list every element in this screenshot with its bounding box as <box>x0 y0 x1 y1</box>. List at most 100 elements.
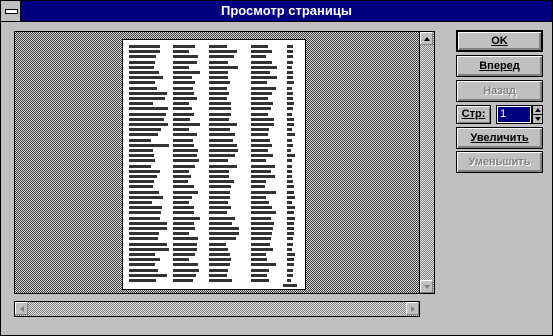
page-text-cell <box>129 216 160 220</box>
page-text-cell <box>173 112 194 116</box>
print-preview-dialog: Просмотр страницы OK Вперед Назад Стр: 1 <box>0 0 553 336</box>
page-text-cell <box>251 60 272 64</box>
page-text-cell <box>287 206 295 210</box>
zoom-in-button[interactable]: Увеличить <box>456 127 543 149</box>
page-text-cell <box>129 180 154 184</box>
zoom-out-button[interactable]: Уменьшить <box>456 151 543 173</box>
page-text-cell <box>173 258 189 262</box>
page-text-cell <box>251 45 268 48</box>
page-text-cell <box>287 195 295 199</box>
page-text-cell <box>209 128 230 132</box>
page-label-button[interactable]: Стр: <box>456 105 491 124</box>
page-text-cell <box>209 273 227 277</box>
title-bar: Просмотр страницы <box>1 1 552 22</box>
page-text-cell <box>287 55 293 59</box>
page-text-cell <box>129 159 155 163</box>
page-text-cell <box>129 107 168 111</box>
page-text-cell <box>209 123 237 126</box>
arrow-down-icon <box>423 284 430 289</box>
page-text-cell <box>209 81 230 85</box>
page-text-cell <box>173 128 189 132</box>
scroll-left-button[interactable] <box>15 302 28 315</box>
page-text-cell <box>173 149 198 152</box>
page-text-cell <box>209 247 228 251</box>
page-text-cell <box>287 216 295 220</box>
spin-down-button[interactable] <box>533 115 542 123</box>
page-text-cell <box>209 180 234 184</box>
page-text-cell <box>129 227 167 230</box>
page-text-cell <box>287 279 291 282</box>
page-text-cell <box>129 55 156 59</box>
page-text-cell <box>251 149 268 152</box>
page-text-cell <box>209 97 227 100</box>
page-text-cell <box>129 247 169 251</box>
page-text-cell <box>173 123 200 126</box>
page-text-cell <box>287 201 292 204</box>
back-button[interactable]: Назад <box>456 80 543 102</box>
page-text-cell <box>287 232 294 236</box>
preview-area[interactable] <box>14 31 420 294</box>
page-text-cell <box>287 242 293 246</box>
page-text-cell <box>173 227 195 230</box>
page-text-cell <box>173 81 195 85</box>
page-text-cell <box>173 133 197 137</box>
page-text-cell <box>129 149 153 152</box>
page-text-cell <box>251 211 276 215</box>
page-text-cell <box>209 55 234 59</box>
page-text-cell <box>173 45 195 48</box>
page-text-cell <box>209 206 231 210</box>
page-text-cell <box>129 91 167 95</box>
vertical-scrollbar[interactable] <box>420 31 435 294</box>
page-text-cell <box>173 107 192 111</box>
page-text-cell <box>129 175 157 178</box>
page-text-cell <box>251 206 272 210</box>
arrow-up-icon <box>423 36 430 41</box>
scroll-up-button[interactable] <box>420 32 433 45</box>
page-text-cell <box>251 55 266 59</box>
page-text-cell <box>209 211 227 215</box>
page-text-cell <box>129 128 161 132</box>
page-text-cell <box>209 237 236 241</box>
forward-button[interactable]: Вперед <box>456 55 543 77</box>
page-text-cell <box>251 71 270 74</box>
page-text-cell <box>209 279 232 282</box>
page-number-field[interactable]: 1 <box>496 105 532 124</box>
page-text-cell <box>173 71 200 74</box>
page-text-cell <box>209 133 235 137</box>
page-text-cell <box>287 123 294 126</box>
page-spinner[interactable] <box>532 105 543 124</box>
preview-page <box>122 39 306 290</box>
page-text-cell <box>287 91 293 95</box>
page-text-cell <box>251 253 266 256</box>
page-text-cell <box>251 273 267 277</box>
scroll-right-button[interactable] <box>406 302 419 315</box>
page-text-cell <box>251 107 271 111</box>
horizontal-scrollbar[interactable] <box>14 301 420 317</box>
scroll-down-button[interactable] <box>420 280 433 293</box>
page-text-cell <box>251 242 270 246</box>
page-text-cell <box>251 91 272 95</box>
page-text-cell <box>173 185 194 189</box>
page-text-cell <box>287 117 294 121</box>
spin-up-button[interactable] <box>533 106 542 115</box>
page-text-cell <box>287 138 292 142</box>
page-text-cell <box>173 117 190 121</box>
system-menu-icon[interactable] <box>1 1 21 21</box>
page-text-cell <box>129 76 163 80</box>
arrow-up-icon <box>534 108 541 112</box>
page-text-cell <box>209 169 229 173</box>
page-text-cell <box>209 102 231 106</box>
page-text-cell <box>129 65 154 69</box>
page-text-cell <box>287 81 294 85</box>
page-text-cell <box>209 107 231 111</box>
page-text-cell <box>251 76 277 80</box>
page-text-cell <box>173 247 197 251</box>
page-text-cell <box>287 273 293 277</box>
ok-button[interactable]: OK <box>456 30 543 52</box>
page-text-cell <box>129 143 169 147</box>
page-text-cell <box>173 263 198 267</box>
page-text-cell <box>173 232 189 236</box>
page-text-row <box>123 278 307 283</box>
page-text-cell <box>173 253 195 256</box>
arrow-right-icon <box>410 305 415 312</box>
